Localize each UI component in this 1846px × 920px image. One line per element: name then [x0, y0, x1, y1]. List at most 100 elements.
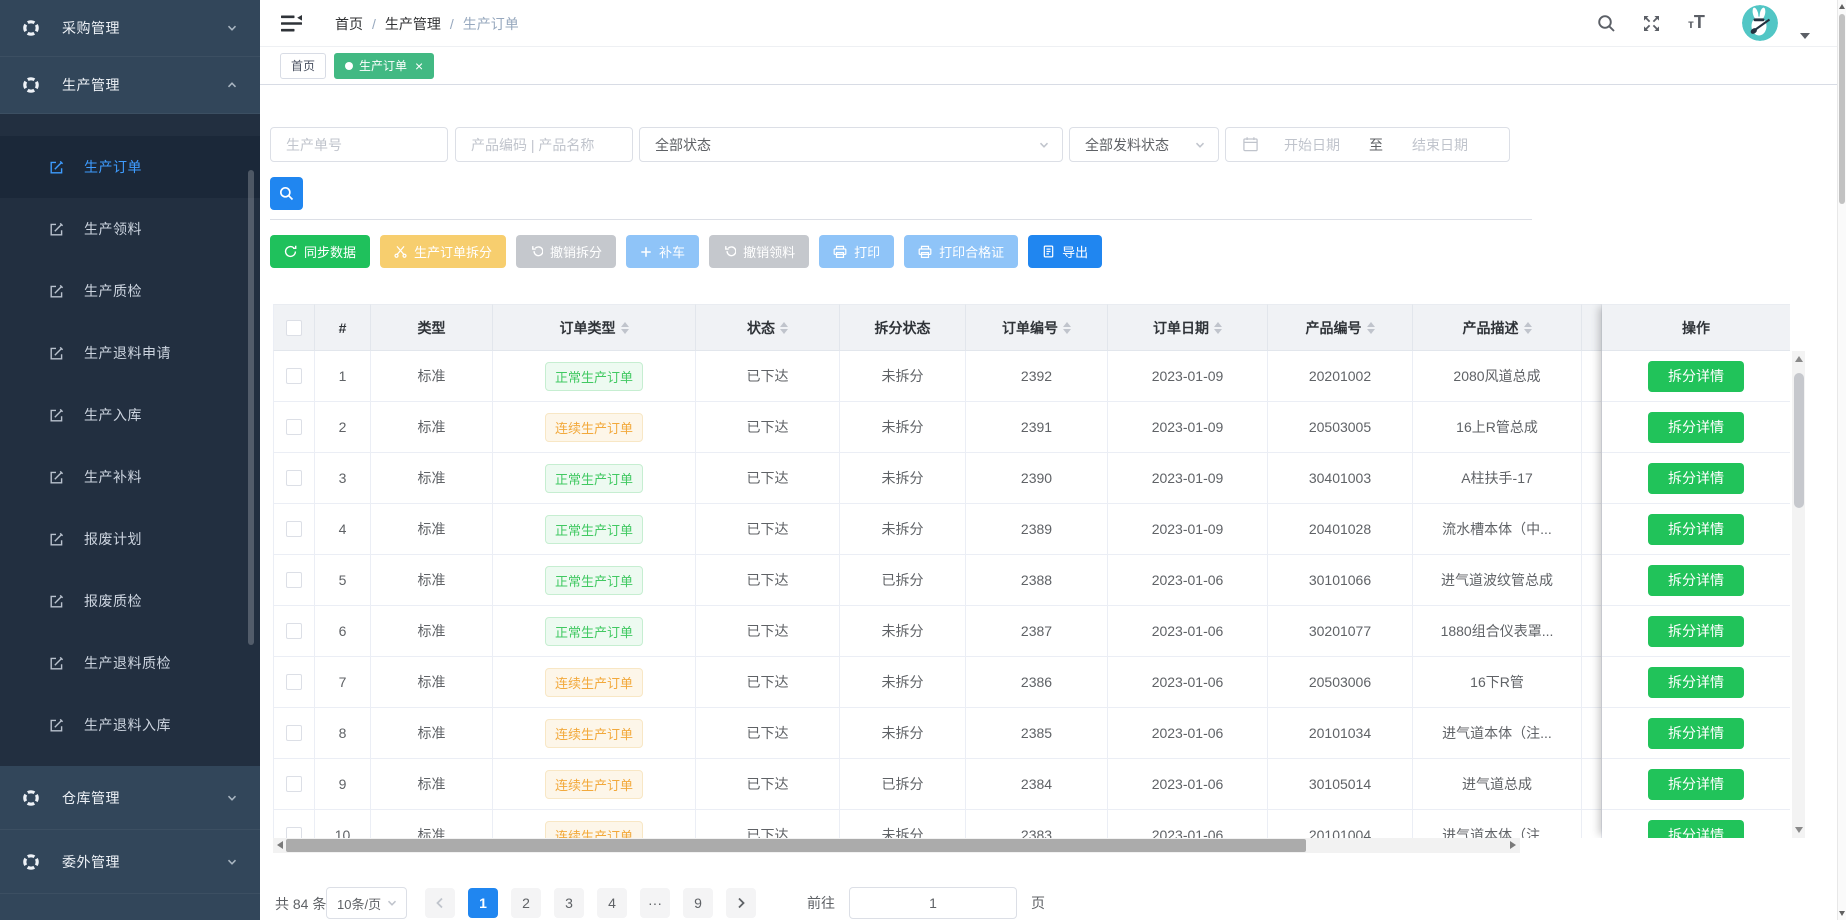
horizontal-scrollbar-thumb[interactable] [286, 839, 1306, 852]
sidebar-menu-item[interactable]: 委外管理 [0, 830, 260, 894]
production-order-no-input[interactable] [270, 127, 448, 162]
补车-button[interactable]: 补车 [626, 235, 699, 268]
page-number-button[interactable]: 4 [597, 888, 627, 918]
split-detail-button[interactable]: 拆分详情 [1648, 463, 1744, 494]
split-detail-button[interactable]: 拆分详情 [1648, 361, 1744, 392]
search-icon[interactable] [1597, 14, 1616, 33]
page-scroll-up-arrow-icon[interactable] [1839, 4, 1845, 9]
撤销拆分-button[interactable]: 撤销拆分 [516, 235, 616, 268]
select-all-header-cell[interactable] [273, 304, 315, 351]
scroll-right-arrow-icon[interactable] [1510, 841, 1516, 849]
next-page-button[interactable] [726, 888, 756, 918]
header-checkbox[interactable] [286, 320, 302, 336]
split-detail-button[interactable]: 拆分详情 [1648, 667, 1744, 698]
split-detail-button[interactable]: 拆分详情 [1648, 514, 1744, 545]
vertical-scrollbar-thumb[interactable] [1794, 373, 1804, 508]
sidebar-submenu: 生产订单生产领料生产质检生产退料申请生产入库生产补料报废计划报废质检生产退料质检… [0, 114, 260, 766]
page-scrollbar-thumb[interactable] [1839, 14, 1845, 204]
column-header[interactable]: 订单编号 [966, 304, 1108, 351]
cell [1582, 453, 1602, 504]
生产订单拆分-button[interactable]: 生产订单拆分 [380, 235, 506, 268]
split-detail-button[interactable]: 拆分详情 [1648, 412, 1744, 443]
view-tab[interactable]: 生产订单× [334, 53, 434, 79]
split-detail-button[interactable]: 拆分详情 [1648, 820, 1744, 839]
row-checkbox[interactable] [286, 368, 302, 384]
view-tab[interactable]: 首页 [280, 53, 326, 79]
row-checkbox[interactable] [286, 521, 302, 537]
scroll-down-arrow-icon[interactable] [1795, 827, 1803, 833]
cell: 2023-01-06 [1108, 810, 1268, 838]
table-vertical-scrollbar[interactable] [1792, 351, 1805, 838]
cell: 20101034 [1268, 708, 1413, 759]
sidebar-item[interactable]: 生产领料 [0, 198, 260, 260]
font-size-icon[interactable]: тT [1688, 12, 1705, 33]
tab-close-icon[interactable]: × [415, 59, 423, 73]
sidebar-scrollbar-thumb[interactable] [248, 170, 254, 645]
row-checkbox[interactable] [286, 623, 302, 639]
sidebar-item[interactable]: 生产补料 [0, 446, 260, 508]
row-checkbox[interactable] [286, 470, 302, 486]
more-pages-button[interactable]: ··· [640, 888, 670, 918]
breadcrumb-item[interactable]: 首页 [335, 14, 363, 34]
column-header-label: 订单日期 [1153, 318, 1209, 338]
sidebar-menu-item[interactable]: 仓库管理 [0, 766, 260, 830]
page-number-button[interactable]: 3 [554, 888, 584, 918]
scroll-up-arrow-icon[interactable] [1795, 356, 1803, 362]
导出-button[interactable]: 导出 [1028, 235, 1102, 268]
orders-table: #类型订单类型状态拆分状态订单编号订单日期产品编号产品描述 1标准正常生产订单已… [273, 304, 1806, 838]
sidebar-item[interactable]: 报废质检 [0, 570, 260, 632]
page-number-button[interactable]: 9 [683, 888, 713, 918]
row-checkbox[interactable] [286, 725, 302, 741]
search-button[interactable] [270, 177, 303, 210]
row-checkbox[interactable] [286, 572, 302, 588]
table-horizontal-scrollbar[interactable] [273, 838, 1520, 853]
sidebar-item[interactable]: 生产入库 [0, 384, 260, 446]
status-select[interactable]: 全部状态 [639, 127, 1063, 162]
row-checkbox[interactable] [286, 776, 302, 792]
column-header[interactable]: 状态 [696, 304, 840, 351]
split-detail-button[interactable]: 拆分详情 [1648, 718, 1744, 749]
column-header[interactable]: 产品描述 [1413, 304, 1582, 351]
date-range-picker[interactable]: 开始日期 至 结束日期 [1225, 127, 1510, 162]
collapse-sidebar-icon[interactable] [281, 15, 302, 32]
sidebar-item[interactable]: 生产质检 [0, 260, 260, 322]
split-detail-button[interactable]: 拆分详情 [1648, 769, 1744, 800]
scroll-left-arrow-icon[interactable] [277, 841, 283, 849]
page-size-select[interactable]: 10条/页 [326, 887, 407, 919]
sidebar-item[interactable]: 报废计划 [0, 508, 260, 570]
打印-button[interactable]: 打印 [819, 235, 894, 268]
page-scroll-down-arrow-icon[interactable] [1839, 911, 1845, 916]
cell: 已拆分 [840, 759, 966, 810]
column-header[interactable]: 订单日期 [1108, 304, 1268, 351]
fullscreen-icon[interactable] [1642, 14, 1661, 33]
cell: 6 [315, 606, 371, 657]
sidebar-item[interactable]: 生产退料申请 [0, 322, 260, 384]
goto-page-input[interactable] [849, 887, 1017, 919]
sidebar-menu-item[interactable]: 生产管理 [0, 57, 260, 114]
page-number-button[interactable]: 2 [511, 888, 541, 918]
caret-down-icon[interactable] [1800, 33, 1810, 39]
order-type-tag: 正常生产订单 [545, 464, 643, 493]
prev-page-button[interactable] [425, 888, 455, 918]
sidebar-menu-item[interactable]: 采购管理 [0, 0, 260, 57]
column-header[interactable]: 订单类型 [493, 304, 696, 351]
issue-status-select[interactable]: 全部发料状态 [1069, 127, 1219, 162]
同步数据-button[interactable]: 同步数据 [270, 235, 370, 268]
split-detail-button[interactable]: 拆分详情 [1648, 616, 1744, 647]
row-checkbox[interactable] [286, 419, 302, 435]
sidebar-item[interactable]: 生产退料质检 [0, 632, 260, 694]
column-header[interactable]: 产品编号 [1268, 304, 1413, 351]
product-code-name-input[interactable] [455, 127, 633, 162]
打印合格证-button[interactable]: 打印合格证 [904, 235, 1018, 268]
page-scrollbar[interactable] [1837, 0, 1846, 920]
table-row: 9标准连续生产订单已下达已拆分23842023-01-0630105014进气道… [273, 759, 1806, 810]
row-checkbox[interactable] [286, 674, 302, 690]
split-detail-button[interactable]: 拆分详情 [1648, 565, 1744, 596]
row-checkbox[interactable] [286, 827, 302, 838]
撤销领料-button[interactable]: 撤销领料 [709, 235, 809, 268]
avatar[interactable] [1742, 5, 1778, 41]
sidebar-item[interactable]: 生产退料入库 [0, 694, 260, 756]
breadcrumb-item[interactable]: 生产管理 [385, 14, 441, 34]
sidebar-item[interactable]: 生产订单 [0, 136, 260, 198]
page-number-button[interactable]: 1 [468, 888, 498, 918]
